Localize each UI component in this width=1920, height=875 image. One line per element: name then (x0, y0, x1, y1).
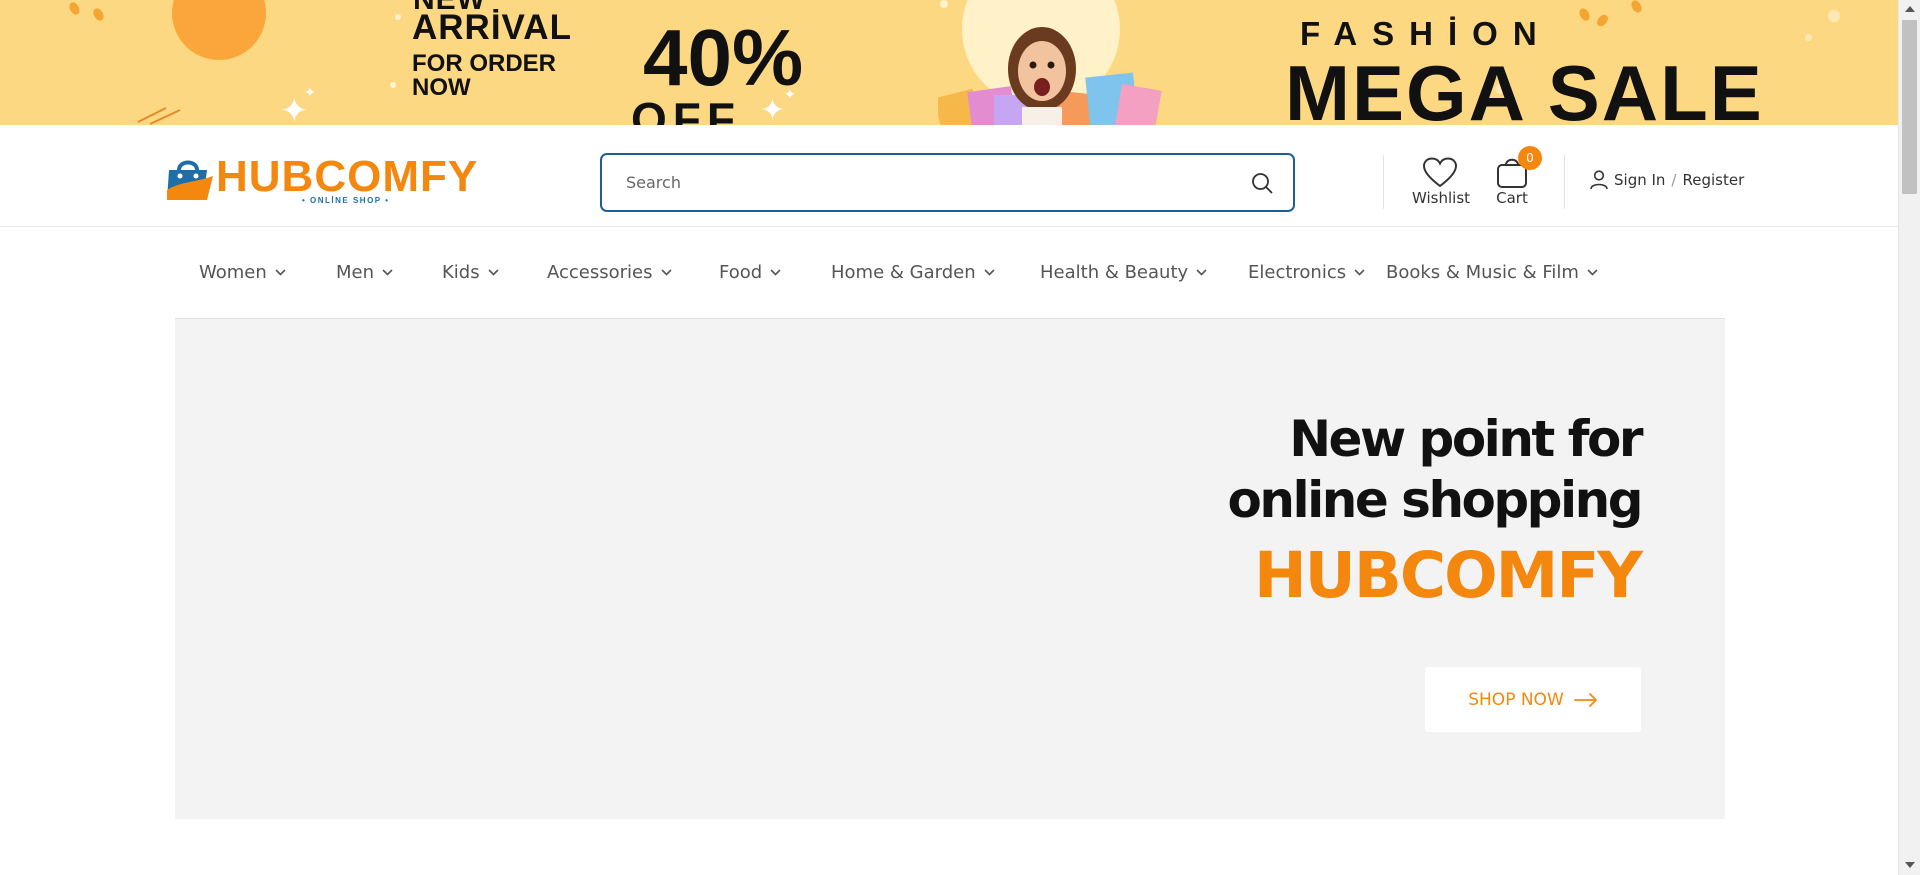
nav-item-accessories[interactable]: Accessories (547, 262, 672, 283)
chevron-down-icon (1354, 269, 1365, 276)
banner-off-text: OFF (631, 93, 741, 125)
site-header: HUBCOMFY • ONLİNE SHOP • Wishlist Cart 0… (0, 125, 1898, 227)
nav-item-food[interactable]: Food (719, 262, 781, 283)
banner-mega-sale-text: MEGA SALE (1285, 49, 1764, 125)
site-logo[interactable]: HUBCOMFY • ONLİNE SHOP • (163, 152, 477, 208)
shop-now-button[interactable]: SHOP NOW (1425, 667, 1641, 732)
confetti-decoration (1594, 12, 1611, 29)
bubble-decoration (940, 0, 948, 8)
confetti-decoration (67, 0, 82, 17)
nav-item-home-garden[interactable]: Home & Garden (831, 262, 995, 283)
nav-item-kids[interactable]: Kids (442, 262, 499, 283)
chevron-down-icon (770, 269, 781, 276)
search-box[interactable] (600, 153, 1295, 212)
confetti-decoration (91, 6, 106, 23)
hero-brand-name: HUBCOMFY (1253, 539, 1643, 612)
wishlist-button[interactable]: Wishlist (1412, 157, 1471, 207)
header-divider (1383, 155, 1384, 209)
logo-subtitle: • ONLİNE SHOP • (302, 196, 390, 205)
banner-sun-decoration (172, 0, 266, 60)
banner-for-order-text: FOR ORDER NOW (412, 50, 556, 101)
heart-icon (1422, 157, 1458, 188)
confetti-decoration (1577, 6, 1592, 23)
search-icon[interactable] (1251, 172, 1273, 194)
chevron-down-icon (1587, 269, 1598, 276)
nav-item-books-music-film[interactable]: Books & Music & Film (1386, 262, 1598, 283)
cart-button[interactable]: Cart 0 (1492, 146, 1542, 207)
banner-arrival-text: ARRİVAL (412, 8, 572, 47)
shop-now-label: SHOP NOW (1468, 689, 1564, 710)
scrollbar-thumb[interactable] (1902, 20, 1917, 194)
sign-in-link[interactable]: Sign In (1614, 171, 1665, 189)
hero-headline: New point for online shopping HUBCOMFY (1227, 409, 1644, 616)
nav-item-label: Men (336, 262, 375, 283)
nav-item-health-beauty[interactable]: Health & Beauty (1040, 262, 1207, 283)
header-divider (1564, 155, 1565, 209)
chevron-down-icon (488, 269, 499, 276)
hero-line-1: New point for (1289, 410, 1643, 468)
bubble-decoration (395, 14, 401, 20)
promo-banner[interactable]: ✦ ✦ ✦ ✦ NEW ARRİVAL FOR ORDER NOW 40% OF… (0, 0, 1898, 125)
hero-line-2: online shopping (1227, 471, 1644, 529)
cart-label: Cart (1496, 189, 1528, 207)
shopping-bag-logo-icon (167, 160, 213, 200)
nav-item-label: Electronics (1248, 262, 1347, 283)
category-nav: Women Men Kids Accessories Food Home & G… (175, 227, 1725, 319)
nav-item-label: Kids (442, 262, 480, 283)
confetti-decoration (1629, 0, 1644, 15)
nav-item-women[interactable]: Women (199, 262, 286, 283)
nav-item-men[interactable]: Men (336, 262, 393, 283)
nav-item-label: Food (719, 262, 763, 283)
logo-wordmark: HUBCOMFY (216, 152, 479, 201)
nav-item-label: Health & Beauty (1040, 262, 1189, 283)
register-link[interactable]: Register (1682, 171, 1744, 189)
bubble-decoration (1828, 10, 1840, 22)
bubble-decoration (390, 82, 396, 88)
search-input[interactable] (626, 155, 1226, 210)
chevron-down-icon (1196, 269, 1207, 276)
cart-count-badge: 0 (1518, 146, 1542, 170)
hero-section: New point for online shopping HUBCOMFY S… (175, 319, 1725, 819)
chevron-down-icon (984, 269, 995, 276)
user-icon (1590, 170, 1608, 190)
sparkle-icon: ✦ (304, 85, 316, 101)
nav-item-electronics[interactable]: Electronics (1248, 262, 1365, 283)
nav-item-label: Accessories (547, 262, 653, 283)
nav-item-label: Home & Garden (831, 262, 976, 283)
nav-item-label: Women (199, 262, 267, 283)
chevron-down-icon (660, 269, 672, 276)
banner-dash-decoration (137, 107, 181, 125)
page-scrollbar[interactable] (1898, 0, 1920, 875)
chevron-down-icon (382, 269, 393, 276)
arrow-right-icon (1573, 692, 1597, 707)
shopping-woman-illustration (938, 27, 1162, 125)
bubble-decoration (1805, 34, 1812, 41)
account-links: Sign In / Register (1590, 170, 1744, 190)
chevron-down-icon (275, 269, 286, 276)
banner-percent-text: 40% (643, 13, 804, 102)
scroll-up-arrow-icon[interactable] (1905, 6, 1915, 12)
nav-item-label: Books & Music & Film (1386, 262, 1579, 283)
account-separator: / (1671, 171, 1677, 189)
scroll-down-arrow-icon[interactable] (1905, 862, 1915, 868)
wishlist-label: Wishlist (1412, 189, 1471, 207)
